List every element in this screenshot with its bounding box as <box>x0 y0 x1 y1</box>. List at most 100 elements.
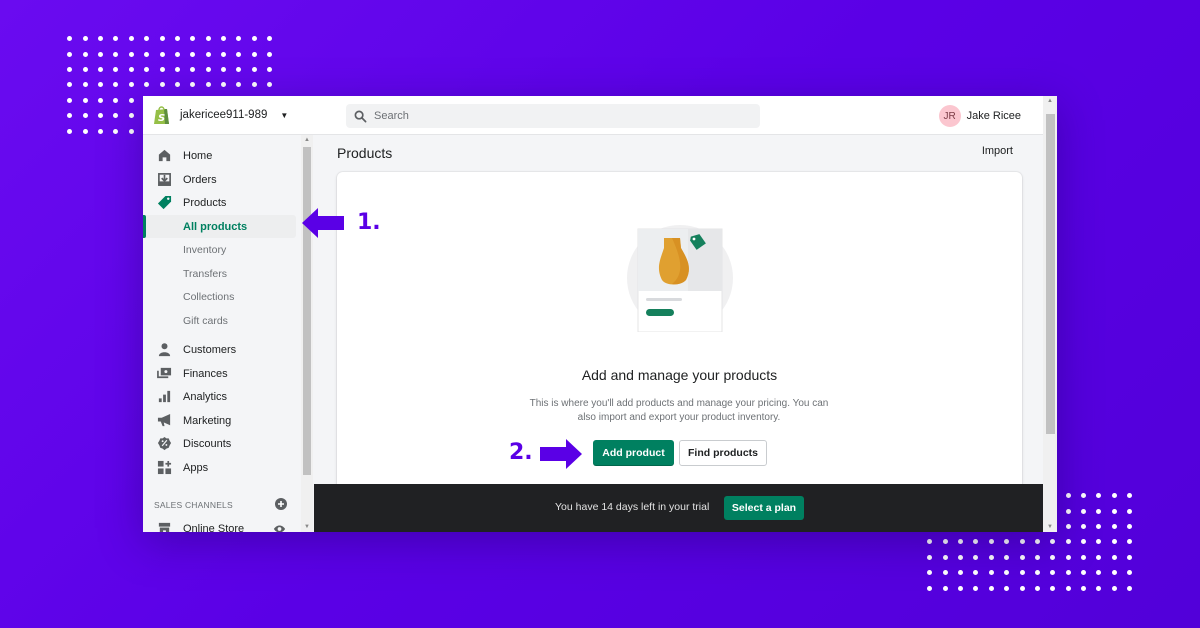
sidebar-item-label: All products <box>183 220 248 233</box>
decorative-dot <box>154 31 169 46</box>
sidebar-item-label: Inventory <box>183 243 227 256</box>
decorative-dot <box>937 550 952 565</box>
decorative-dot <box>1076 488 1091 503</box>
decorative-dot <box>1107 488 1122 503</box>
main-scroll-thumb[interactable] <box>1046 114 1055 434</box>
select-plan-button[interactable]: Select a plan <box>724 496 804 520</box>
decorative-dot <box>62 77 77 92</box>
sidebar-item-inventory[interactable]: Inventory <box>143 238 301 261</box>
decorative-dot <box>108 31 123 46</box>
sidebar-item-label: Analytics <box>183 390 228 403</box>
decorative-dot <box>1122 550 1137 565</box>
search-bar[interactable] <box>346 104 760 128</box>
decorative-dot <box>1045 565 1060 580</box>
find-products-button[interactable]: Find products <box>679 440 767 466</box>
sidebar-item-transfers[interactable]: Transfers <box>143 262 301 285</box>
scroll-up-arrow-icon[interactable]: ▲ <box>1047 98 1053 104</box>
sidebar-scroll-thumb[interactable] <box>303 147 311 475</box>
decorative-dot <box>216 31 231 46</box>
sidebar-item-label: Marketing <box>183 414 232 427</box>
decorative-dot <box>984 550 999 565</box>
decorative-dot <box>937 565 952 580</box>
sidebar-item-gift-cards[interactable]: Gift cards <box>143 309 301 332</box>
sidebar-item-apps[interactable]: Apps <box>143 456 301 479</box>
decorative-dot <box>201 62 216 77</box>
add-product-button[interactable]: Add product <box>593 440 674 466</box>
decorative-dot <box>953 580 968 595</box>
sidebar-item-label: Products <box>183 196 227 209</box>
decorative-dot <box>1030 550 1045 565</box>
decorative-dot <box>1107 580 1122 595</box>
decorative-dot <box>1030 565 1045 580</box>
decorative-dot <box>1107 565 1122 580</box>
decorative-dot <box>185 77 200 92</box>
scroll-down-arrow-icon[interactable]: ▼ <box>304 524 310 530</box>
scroll-up-arrow-icon[interactable]: ▲ <box>304 137 310 143</box>
sidebar-item-all-products[interactable]: All products <box>143 215 296 238</box>
sidebar-item-home[interactable]: Home <box>143 144 301 167</box>
decorative-dot <box>262 62 277 77</box>
decorative-dot <box>77 46 92 61</box>
sidebar-item-analytics[interactable]: Analytics <box>143 385 301 408</box>
sidebar-item-products[interactable]: Products <box>143 191 301 214</box>
store-icon <box>156 521 172 532</box>
decorative-dot <box>953 534 968 549</box>
decorative-dot <box>247 31 262 46</box>
scroll-down-arrow-icon[interactable]: ▼ <box>1047 524 1053 530</box>
decorative-dot <box>185 31 200 46</box>
decorative-dot <box>953 550 968 565</box>
main-scrollbar[interactable]: ▲ ▼ <box>1043 96 1057 532</box>
add-sales-channel-icon[interactable] <box>275 498 287 510</box>
decorative-dot <box>1091 565 1106 580</box>
svg-text:S: S <box>158 113 165 124</box>
decorative-dot <box>1091 550 1106 565</box>
decorative-dot <box>108 77 123 92</box>
sidebar-item-discounts[interactable]: Discounts <box>143 432 301 455</box>
bar-chart-icon <box>156 389 172 405</box>
decorative-dot <box>170 31 185 46</box>
store-switcher[interactable]: S jakericee911-989 ▼ <box>153 105 288 125</box>
decorative-dot <box>1091 534 1106 549</box>
sidebar-item-finances[interactable]: Finances <box>143 362 301 385</box>
empty-state-card: Add and manage your products This is whe… <box>337 172 1022 512</box>
import-button[interactable]: Import <box>982 145 1013 157</box>
decorative-dot <box>999 565 1014 580</box>
decorative-dot <box>1076 550 1091 565</box>
top-bar: S jakericee911-989 ▼ JR Jake Ricee <box>143 96 1043 135</box>
decorative-dot <box>139 46 154 61</box>
decorative-dot <box>262 31 277 46</box>
sidebar-scrollbar[interactable]: ▲ ▼ <box>301 135 313 532</box>
decorative-dot <box>262 77 277 92</box>
page-title: Products <box>337 145 393 161</box>
sidebar-item-marketing[interactable]: Marketing <box>143 409 301 432</box>
decorative-dot <box>1076 519 1091 534</box>
decorative-dot <box>1061 565 1076 580</box>
decorative-dot <box>124 93 139 108</box>
eye-icon[interactable] <box>273 524 286 533</box>
decorative-dot <box>1107 503 1122 518</box>
avatar: JR <box>938 105 961 127</box>
sidebar-item-label: Gift cards <box>183 314 228 327</box>
callout-arrow-left-icon <box>302 208 344 238</box>
decorative-dot <box>170 46 185 61</box>
sidebar-item-collections[interactable]: Collections <box>143 285 301 308</box>
megaphone-icon <box>156 413 172 429</box>
search-input[interactable] <box>374 110 734 122</box>
sidebar-item-online-store[interactable]: Online Store <box>143 517 301 532</box>
user-name: Jake Ricee <box>966 110 1021 122</box>
decorative-dot <box>1122 580 1137 595</box>
discount-icon <box>156 436 172 452</box>
decorative-dot <box>1061 503 1076 518</box>
decorative-dot <box>1122 519 1137 534</box>
decorative-dot <box>77 123 92 138</box>
callout-step-2: 2. <box>509 440 533 465</box>
decorative-dot <box>1014 550 1029 565</box>
user-menu[interactable]: JR Jake Ricee <box>938 105 1021 127</box>
decorative-dot <box>953 565 968 580</box>
sidebar-item-customers[interactable]: Customers <box>143 338 301 361</box>
decorative-dot <box>62 123 77 138</box>
sidebar-item-orders[interactable]: Orders <box>143 168 301 191</box>
decorative-dot <box>1030 580 1045 595</box>
decorative-dot <box>1061 488 1076 503</box>
decorative-dot <box>77 108 92 123</box>
